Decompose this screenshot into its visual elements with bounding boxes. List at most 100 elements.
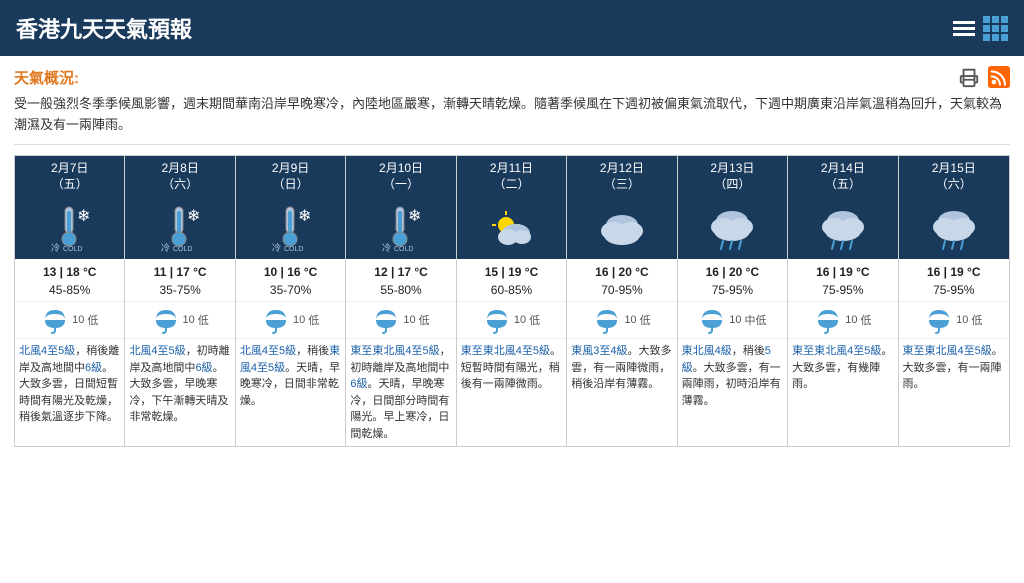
- svg-text:COLD: COLD: [394, 246, 413, 253]
- weather-icon-3: ❄ 冷 COLD: [346, 197, 455, 259]
- temp-7: 16 | 19 °C: [792, 263, 893, 281]
- svg-text:❄: ❄: [187, 208, 200, 225]
- temp-1: 11 | 17 °C: [129, 263, 230, 281]
- day-weekday-7: （五）: [790, 176, 895, 193]
- wind-link[interactable]: 東北風4級: [682, 345, 732, 357]
- forecast-col-6: 2月13日 （四） 16 | 20 °C 75-95% 10中低 東北風4級，: [678, 156, 788, 447]
- svg-text:COLD: COLD: [173, 246, 192, 253]
- overview-section: 天氣概況:: [14, 66, 1010, 88]
- print-icon[interactable]: [958, 66, 980, 88]
- overview-label: 天氣概況:: [14, 67, 79, 88]
- uv-1: 10低: [125, 302, 234, 339]
- wind-link[interactable]: 6級: [195, 362, 212, 374]
- weather-icon-1: ❄ 冷 COLD: [125, 197, 234, 259]
- wind-link[interactable]: 6級: [85, 362, 102, 374]
- day-date-1: 2月8日: [127, 160, 232, 177]
- day-weekday-4: （二）: [459, 176, 564, 193]
- wind-link[interactable]: 東至東北風4至5級: [461, 345, 550, 357]
- day-header-4: 2月11日 （二）: [457, 156, 566, 198]
- wind-desc-8: 東至東北風4至5級。大致多雲，有一兩陣雨。: [899, 339, 1009, 397]
- forecast-col-2: 2月9日 （日） ❄ 冷 COLD 10 | 16 °C 35-70% 10低: [236, 156, 346, 447]
- header-icons: [953, 16, 1008, 41]
- temp-0: 13 | 18 °C: [19, 263, 120, 281]
- wind-link[interactable]: 北風4至5級: [19, 345, 75, 357]
- weather-icon-2: ❄ 冷 COLD: [236, 197, 345, 259]
- uv-5: 10低: [567, 302, 676, 339]
- wind-desc-7: 東至東北風4至5級。大致多雲，有幾陣雨。: [788, 339, 897, 397]
- wind-desc-6: 東北風4級，稍後5級。大致多雲，有一兩陣雨，初時沿岸有薄霧。: [678, 339, 787, 413]
- weather-icon-0: ❄ 冷 COLD: [15, 197, 124, 259]
- svg-text:冷: 冷: [382, 242, 391, 253]
- rss-icon[interactable]: [988, 66, 1010, 88]
- day-header-6: 2月13日 （四）: [678, 156, 787, 198]
- wind-link[interactable]: 東至東北風4至5級: [903, 345, 992, 357]
- day-weekday-6: （四）: [680, 176, 785, 193]
- humidity-1: 35-75%: [129, 281, 230, 299]
- day-date-2: 2月9日: [238, 160, 343, 177]
- temp-humidity-8: 16 | 19 °C 75-95%: [899, 259, 1009, 302]
- day-date-8: 2月15日: [901, 160, 1007, 177]
- grid-icon[interactable]: [983, 16, 1008, 41]
- temp-4: 15 | 19 °C: [461, 263, 562, 281]
- header: 香港九天天氣預報: [0, 0, 1024, 56]
- svg-text:❄: ❄: [77, 208, 90, 225]
- weather-icon-5: [567, 197, 676, 259]
- uv-4: 10低: [457, 302, 566, 339]
- wind-link[interactable]: 東至東北風4至5級: [350, 345, 439, 357]
- day-weekday-8: （六）: [901, 176, 1007, 193]
- forecast-col-5: 2月12日 （三） 16 | 20 °C 70-95% 10低 東風3至4級。大…: [567, 156, 677, 447]
- temp-humidity-7: 16 | 19 °C 75-95%: [788, 259, 897, 302]
- day-date-4: 2月11日: [459, 160, 564, 177]
- wind-link[interactable]: 北風4至5級: [240, 345, 296, 357]
- svg-text:❄: ❄: [298, 208, 311, 225]
- uv-6: 10中低: [678, 302, 787, 339]
- wind-desc-3: 東至東北風4至5級，初時離岸及高地間中6級。天晴，早晚寒冷，日間部分時間有陽光。…: [346, 339, 455, 446]
- temp-humidity-6: 16 | 20 °C 75-95%: [678, 259, 787, 302]
- wind-desc-1: 北風4至5級，初時離岸及高地間中6級。大致多雲，早晚寒冷，下午漸轉天晴及非常乾燥…: [125, 339, 234, 430]
- day-date-5: 2月12日: [569, 160, 674, 177]
- wind-desc-0: 北風4至5級，稍後離岸及高地間中6級。大致多雲，日間短暫時間有陽光及乾燥，稍後氣…: [15, 339, 124, 430]
- wind-link[interactable]: 東風3至4級: [571, 345, 627, 357]
- day-header-8: 2月15日 （六）: [899, 156, 1009, 198]
- svg-text:冷: 冷: [272, 242, 281, 253]
- uv-2: 10低: [236, 302, 345, 339]
- weather-icon-8: [899, 197, 1009, 259]
- day-date-7: 2月14日: [790, 160, 895, 177]
- forecast-col-7: 2月14日 （五） 16 | 19 °C 75-95% 10低 東至東北風4至: [788, 156, 898, 447]
- overview-text: 受一般強烈冬季季候風影響，週末期間華南沿岸早晚寒冷，內陸地區嚴寒，漸轉天晴乾燥。…: [14, 94, 1010, 145]
- weather-icon-6: [678, 197, 787, 259]
- day-date-6: 2月13日: [680, 160, 785, 177]
- wind-link[interactable]: 東至東北風4至5級: [792, 345, 881, 357]
- temp-8: 16 | 19 °C: [903, 263, 1005, 281]
- temp-humidity-0: 13 | 18 °C 45-85%: [15, 259, 124, 302]
- day-header-7: 2月14日 （五）: [788, 156, 897, 198]
- weather-icon-7: [788, 197, 897, 259]
- forecast-col-4: 2月11日 （二） 15 | 19 °C 60-85% 10低: [457, 156, 567, 447]
- temp-humidity-1: 11 | 17 °C 35-75%: [125, 259, 234, 302]
- day-header-1: 2月8日 （六）: [125, 156, 234, 198]
- forecast-col-8: 2月15日 （六） 16 | 19 °C 75-95% 10低 東至東北風4至: [899, 156, 1009, 447]
- overview-actions: [958, 66, 1010, 88]
- uv-3: 10低: [346, 302, 455, 339]
- wind-desc-4: 東至東北風4至5級。短暫時間有陽光，稍後有一兩陣微雨。: [457, 339, 566, 397]
- wind-desc-5: 東風3至4級。大致多雲，有一兩陣微雨，稍後沿岸有薄霧。: [567, 339, 676, 397]
- page-title: 香港九天天氣預報: [16, 12, 192, 44]
- svg-text:冷: 冷: [161, 242, 170, 253]
- wind-link[interactable]: 6級: [350, 378, 367, 390]
- forecast-col-0: 2月7日 （五） ❄ 冷 COLD 13 | 18 °C 45-85% 10低: [15, 156, 125, 447]
- humidity-2: 35-70%: [240, 281, 341, 299]
- menu-icon[interactable]: [953, 21, 975, 36]
- forecast-col-1: 2月8日 （六） ❄ 冷 COLD 11 | 17 °C 35-75% 10低: [125, 156, 235, 447]
- temp-6: 16 | 20 °C: [682, 263, 783, 281]
- day-header-5: 2月12日 （三）: [567, 156, 676, 198]
- wind-link[interactable]: 北風4至5級: [129, 345, 185, 357]
- day-weekday-5: （三）: [569, 176, 674, 193]
- humidity-5: 70-95%: [571, 281, 672, 299]
- uv-7: 10低: [788, 302, 897, 339]
- temp-humidity-3: 12 | 17 °C 55-80%: [346, 259, 455, 302]
- day-date-0: 2月7日: [17, 160, 122, 177]
- day-weekday-0: （五）: [17, 176, 122, 193]
- temp-3: 12 | 17 °C: [350, 263, 451, 281]
- svg-text:COLD: COLD: [63, 246, 82, 253]
- day-header-0: 2月7日 （五）: [15, 156, 124, 198]
